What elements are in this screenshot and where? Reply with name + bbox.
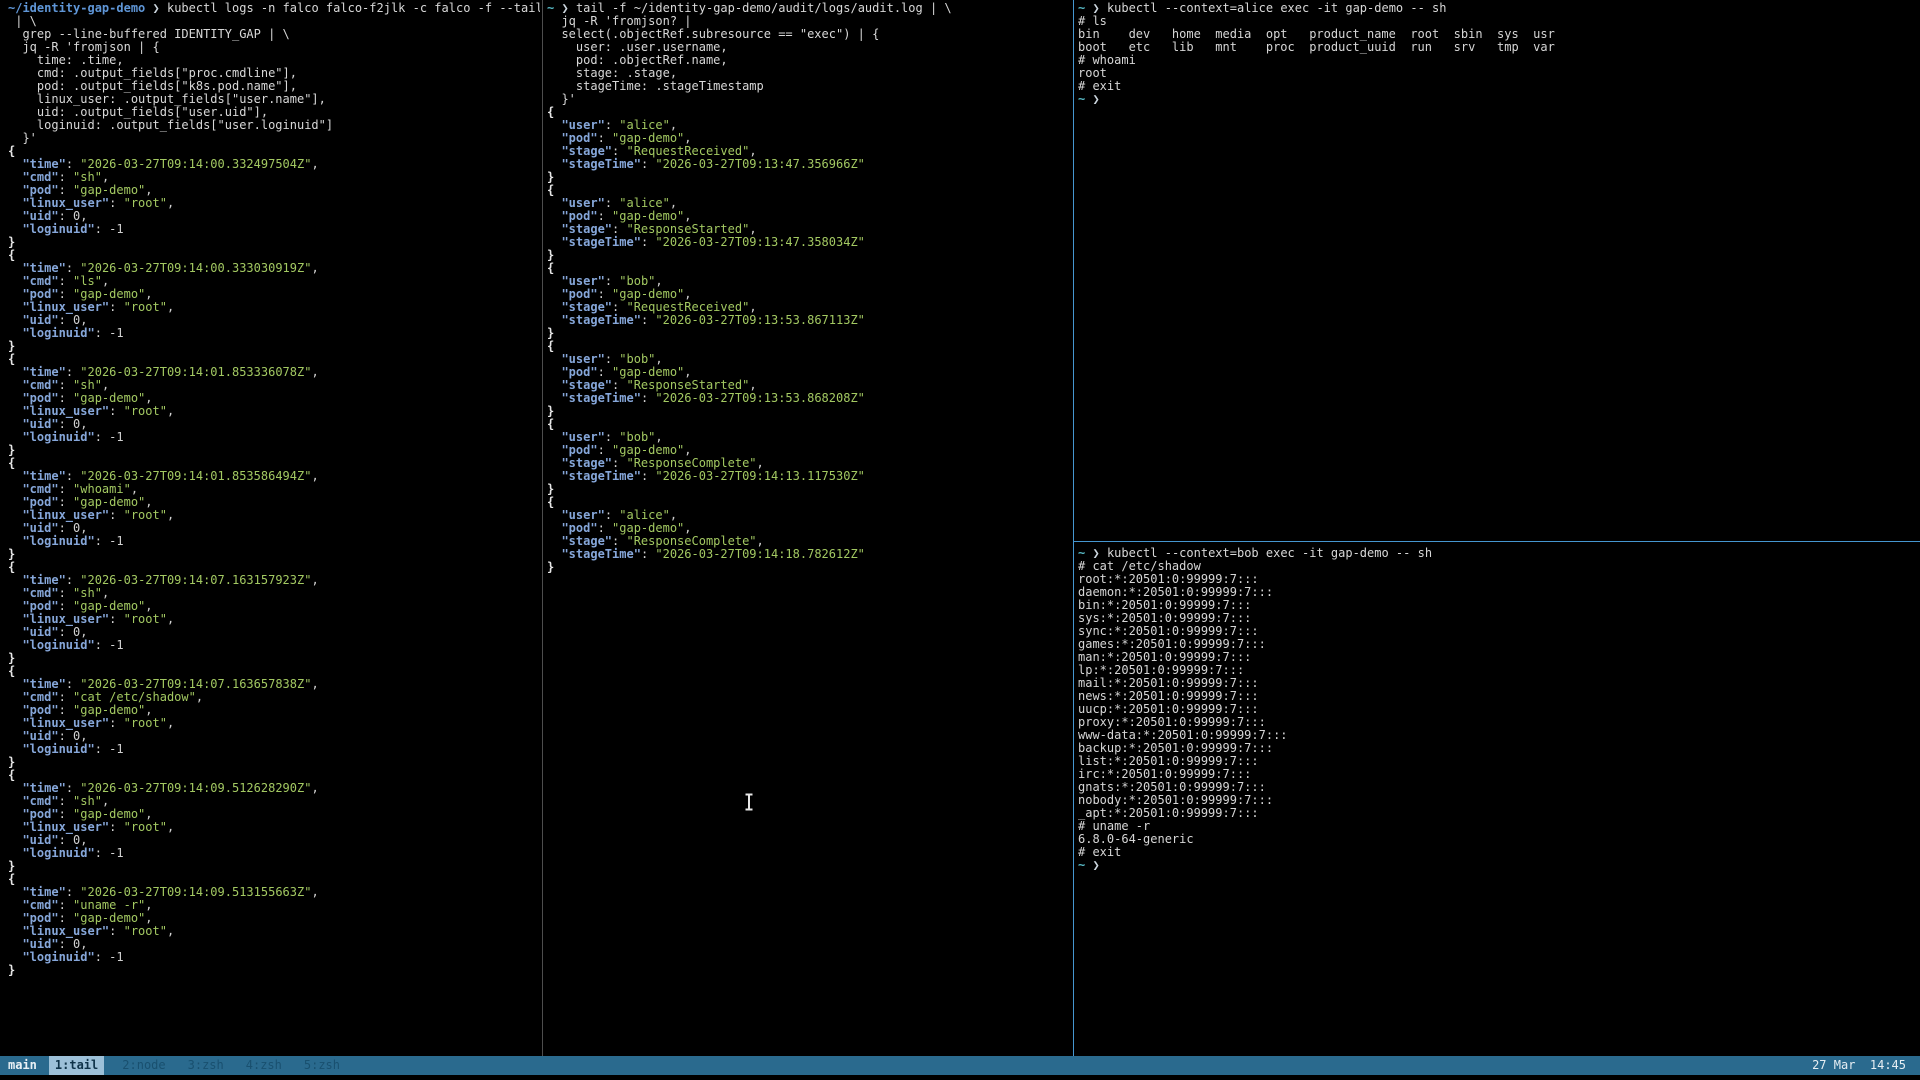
falco-log-entry: { "time": "2026-03-27T09:14:01.853336078… [8, 353, 540, 457]
terminal-line: } [8, 444, 540, 457]
terminal-line: } [8, 756, 540, 769]
json-field-line: "linux_user": "root", [8, 717, 540, 730]
json-field-line: "stageTime": "2026-03-27T09:13:47.356966… [547, 158, 1071, 171]
audit-log-entry: { "user": "alice", "pod": "gap-demo", "s… [547, 106, 1071, 184]
terminal-line: } [547, 405, 1071, 418]
falco-log-entry: { "time": "2026-03-27T09:14:07.163657838… [8, 665, 540, 769]
pane-divider-horizontal-active[interactable] [1074, 541, 1920, 542]
json-field-line: "loginuid": -1 [8, 639, 540, 652]
shell-output-line: # whoami [1078, 54, 1916, 67]
shell-output-line: boot etc lib mnt proc product_uuid run s… [1078, 41, 1916, 54]
bob-exec-pane[interactable]: ~ ❯ kubectl --context=bob exec -it gap-d… [1078, 547, 1916, 1054]
json-field-line: "stageTime": "2026-03-27T09:14:13.117530… [547, 470, 1071, 483]
terminal-line: } [8, 548, 540, 561]
tmux-window-5-zsh[interactable]: 5:zsh [300, 1056, 344, 1075]
audit-log-entry: { "user": "bob", "pod": "gap-demo", "sta… [547, 418, 1071, 496]
shell-output-line: # exit [1078, 846, 1916, 859]
terminal-line: } [8, 340, 540, 353]
terminal-line: } [547, 561, 1071, 574]
shell-prompt-line: ~ ❯ kubectl --context=bob exec -it gap-d… [1078, 547, 1916, 560]
tmux-screen: ~/identity-gap-demo ❯ kubectl logs -n fa… [0, 0, 1920, 1080]
terminal-line: } [8, 236, 540, 249]
json-field-line: "loginuid": -1 [8, 327, 540, 340]
terminal-line: } [547, 249, 1071, 262]
audit-log-entry: { "user": "alice", "pod": "gap-demo", "s… [547, 184, 1071, 262]
falco-log-entry: { "time": "2026-03-27T09:14:00.332497504… [8, 145, 540, 249]
json-field-line: "loginuid": -1 [8, 743, 540, 756]
json-field-line: "loginuid": -1 [8, 951, 540, 964]
tmux-window-3-zsh[interactable]: 3:zsh [184, 1056, 228, 1075]
falco-log-entry: { "time": "2026-03-27T09:14:01.853586494… [8, 457, 540, 561]
json-field-line: "loginuid": -1 [8, 223, 540, 236]
mouse-cursor-ibeam [744, 793, 754, 811]
falco-pane[interactable]: ~/identity-gap-demo ❯ kubectl logs -n fa… [8, 2, 540, 1054]
audit-log-entry: { "user": "bob", "pod": "gap-demo", "sta… [547, 262, 1071, 340]
tmux-window-4-zsh[interactable]: 4:zsh [242, 1056, 286, 1075]
tmux-window-list: 1:tail 2:node 3:zsh 4:zsh 5:zsh [49, 1056, 358, 1075]
json-field-line: "linux_user": "root", [8, 821, 540, 834]
terminal-line: stageTime: .stageTimestamp [547, 80, 1071, 93]
shell-prompt-line: ~ ❯ kubectl --context=alice exec -it gap… [1078, 2, 1916, 15]
tmux-window-1-tail[interactable]: 1:tail [49, 1056, 104, 1075]
json-field-line: "linux_user": "root", [8, 301, 540, 314]
shell-prompt-line: ~ ❯ [1078, 859, 1916, 872]
terminal-line: } [547, 483, 1071, 496]
json-field-line: "linux_user": "root", [8, 197, 540, 210]
terminal-line: }' [8, 132, 540, 145]
tmux-window-2-node[interactable]: 2:node [118, 1056, 169, 1075]
json-field-line: "loginuid": -1 [8, 431, 540, 444]
json-field-line: "stageTime": "2026-03-27T09:13:53.868208… [547, 392, 1071, 405]
pane-divider-left[interactable] [542, 0, 543, 1056]
shell-output-line: 6.8.0-64-generic [1078, 833, 1916, 846]
alice-exec-pane[interactable]: ~ ❯ kubectl --context=alice exec -it gap… [1078, 2, 1916, 539]
terminal-line: } [8, 860, 540, 873]
falco-log-entry: { "time": "2026-03-27T09:14:07.163157923… [8, 561, 540, 665]
falco-log-entry: { "time": "2026-03-27T09:14:00.333030919… [8, 249, 540, 353]
terminal-line: } [547, 171, 1071, 184]
json-field-line: "loginuid": -1 [8, 535, 540, 548]
json-field-line: "linux_user": "root", [8, 613, 540, 626]
terminal-line: } [8, 652, 540, 665]
terminal-line: }' [547, 93, 1071, 106]
shell-prompt-line: ~ ❯ [1078, 93, 1916, 106]
shell-output-line: # uname -r [1078, 820, 1916, 833]
json-field-line: "loginuid": -1 [8, 847, 540, 860]
pane-divider-right-active[interactable] [1073, 0, 1074, 1056]
json-field-line: "stageTime": "2026-03-27T09:13:53.867113… [547, 314, 1071, 327]
audit-log-entry: { "user": "bob", "pod": "gap-demo", "sta… [547, 340, 1071, 418]
falco-log-entry: { "time": "2026-03-27T09:14:09.512628290… [8, 769, 540, 873]
shell-output-line: root [1078, 67, 1916, 80]
audit-pane[interactable]: ~ ❯ tail -f ~/identity-gap-demo/audit/lo… [547, 2, 1071, 1054]
status-clock: 27 Mar 14:45 [1812, 1056, 1920, 1075]
falco-log-entry: { "time": "2026-03-27T09:14:09.513155663… [8, 873, 540, 977]
audit-log-entry: { "user": "alice", "pod": "gap-demo", "s… [547, 496, 1071, 574]
json-field-line: "linux_user": "root", [8, 925, 540, 938]
tmux-session-name: main [8, 1056, 37, 1075]
shell-prompt-line: ~/identity-gap-demo ❯ kubectl logs -n fa… [8, 2, 540, 15]
terminal-line: loginuid: .output_fields["user.loginuid"… [8, 119, 540, 132]
tmux-status-bar: main 1:tail 2:node 3:zsh 4:zsh 5:zsh 27 Mar … [0, 1056, 1920, 1075]
json-field-line: "stageTime": "2026-03-27T09:13:47.358034… [547, 236, 1071, 249]
terminal-line: } [547, 327, 1071, 340]
shell-output-line: _apt:*:20501:0:99999:7::: [1078, 807, 1916, 820]
json-field-line: "stageTime": "2026-03-27T09:14:18.782612… [547, 548, 1071, 561]
json-field-line: "linux_user": "root", [8, 405, 540, 418]
terminal-line: } [8, 964, 540, 977]
json-field-line: "linux_user": "root", [8, 509, 540, 522]
shell-output-line: # exit [1078, 80, 1916, 93]
